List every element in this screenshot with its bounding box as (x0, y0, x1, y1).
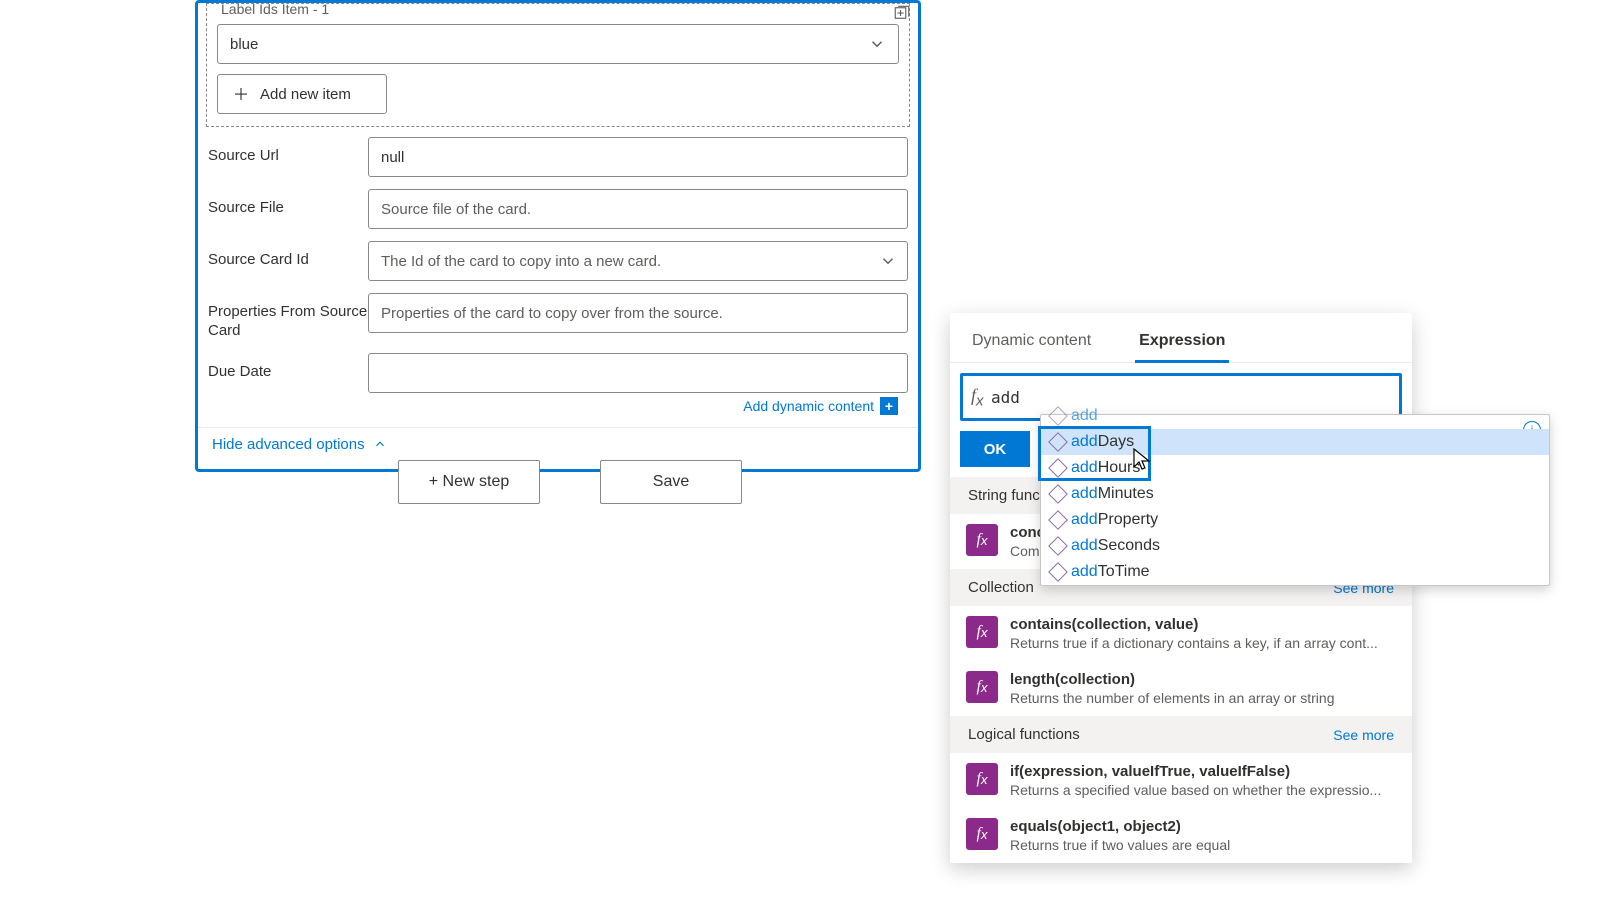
function-item[interactable]: fx length(collection) Returns the number o… (950, 661, 1412, 716)
function-section-header: Logical functions See more (950, 716, 1412, 753)
add-dynamic-content-link[interactable]: Add dynamic content (743, 398, 874, 414)
source-file-label: Source File (208, 189, 368, 218)
label-ids-item-value: blue (230, 36, 258, 53)
function-item[interactable]: fx equals(object1, object2) Returns true i… (950, 808, 1412, 863)
autocomplete-option[interactable]: addToTime (1041, 559, 1549, 585)
chevron-up-icon (373, 437, 387, 451)
label-ids-item-dropdown[interactable]: blue (217, 24, 899, 64)
function-type-icon (1048, 510, 1068, 530)
section-title: Collection (968, 579, 1034, 596)
source-card-id-placeholder: The Id of the card to copy into a new ca… (381, 253, 661, 270)
fx-badge-icon: fx (966, 818, 998, 850)
source-card-id-label: Source Card Id (208, 241, 368, 270)
function-description: Returns a specified value based on wheth… (1010, 782, 1381, 798)
fx-badge-icon: fx (966, 524, 998, 556)
section-title: String funct (968, 487, 1044, 504)
save-button[interactable]: Save (600, 460, 742, 504)
new-step-button[interactable]: + New step (398, 460, 540, 504)
source-file-input[interactable]: Source file of the card. (368, 189, 908, 229)
label-ids-array-box: Label Ids Item - 1 blue Add new item (206, 3, 910, 127)
function-description: Returns the number of elements in an arr… (1010, 690, 1335, 706)
fx-badge-icon: fx (966, 763, 998, 795)
fx-badge-icon: fx (966, 671, 998, 703)
add-new-item-label: Add new item (260, 86, 351, 103)
function-type-icon (1048, 432, 1068, 452)
tab-dynamic-content[interactable]: Dynamic content (968, 332, 1095, 362)
function-signature: length(collection) (1010, 671, 1335, 688)
autocomplete-option[interactable]: addProperty (1041, 507, 1549, 533)
properties-from-source-label: Properties From Source Card (208, 293, 368, 341)
see-more-link[interactable]: See more (1333, 727, 1394, 743)
add-dynamic-content-badge[interactable]: + (880, 397, 898, 415)
source-url-label: Source Url (208, 137, 368, 166)
properties-from-source-input[interactable]: Properties of the card to copy over from… (368, 293, 908, 333)
source-card-id-dropdown[interactable]: The Id of the card to copy into a new ca… (368, 241, 908, 281)
due-date-input[interactable] (368, 353, 908, 393)
function-type-icon (1048, 562, 1068, 582)
due-date-label: Due Date (208, 353, 368, 382)
function-item[interactable]: fx contains(collection, value) Returns tru… (950, 606, 1412, 661)
autocomplete-option[interactable]: addDays (1041, 429, 1549, 455)
chevron-down-icon (868, 35, 886, 53)
function-type-icon (1048, 458, 1068, 478)
autocomplete-option[interactable]: add (1041, 403, 1549, 429)
source-url-input[interactable]: null (368, 137, 908, 177)
fx-icon: fx (967, 385, 985, 410)
fx-badge-icon: fx (966, 616, 998, 648)
action-card: Label Ids Item - 1 blue Add new item Sou… (195, 0, 921, 472)
autocomplete-option[interactable]: addMinutes (1041, 481, 1549, 507)
autocomplete-option[interactable]: addSeconds (1041, 533, 1549, 559)
function-signature: equals(object1, object2) (1010, 818, 1230, 835)
function-type-icon (1048, 536, 1068, 556)
expression-autocomplete-dropdown: i addaddDaysaddHoursaddMinutesaddPropert… (1040, 414, 1550, 586)
plus-icon (232, 85, 250, 103)
mouse-cursor-icon (1132, 447, 1152, 473)
function-type-icon (1048, 484, 1068, 504)
dynamic-content-flyout: Dynamic content Expression fx OK String … (950, 313, 1412, 863)
autocomplete-option[interactable]: addHours (1041, 455, 1549, 481)
hide-advanced-options-label: Hide advanced options (212, 436, 365, 453)
function-signature: contains(collection, value) (1010, 616, 1378, 633)
add-new-item-button[interactable]: Add new item (217, 74, 387, 114)
chevron-down-icon (879, 252, 897, 270)
function-item[interactable]: fx if(expression, valueIfTrue, valueIfFal… (950, 753, 1412, 808)
tab-expression[interactable]: Expression (1135, 332, 1229, 362)
section-title: Logical functions (968, 726, 1080, 743)
function-description: Returns true if a dictionary contains a … (1010, 635, 1378, 651)
footer-buttons: + New step Save (398, 460, 742, 504)
ok-button[interactable]: OK (960, 431, 1030, 467)
function-signature: if(expression, valueIfTrue, valueIfFalse… (1010, 763, 1381, 780)
label-ids-item-label: Label Ids Item - 1 (221, 1, 899, 17)
function-type-icon (1048, 406, 1068, 426)
function-description: Returns true if two values are equal (1010, 837, 1230, 853)
